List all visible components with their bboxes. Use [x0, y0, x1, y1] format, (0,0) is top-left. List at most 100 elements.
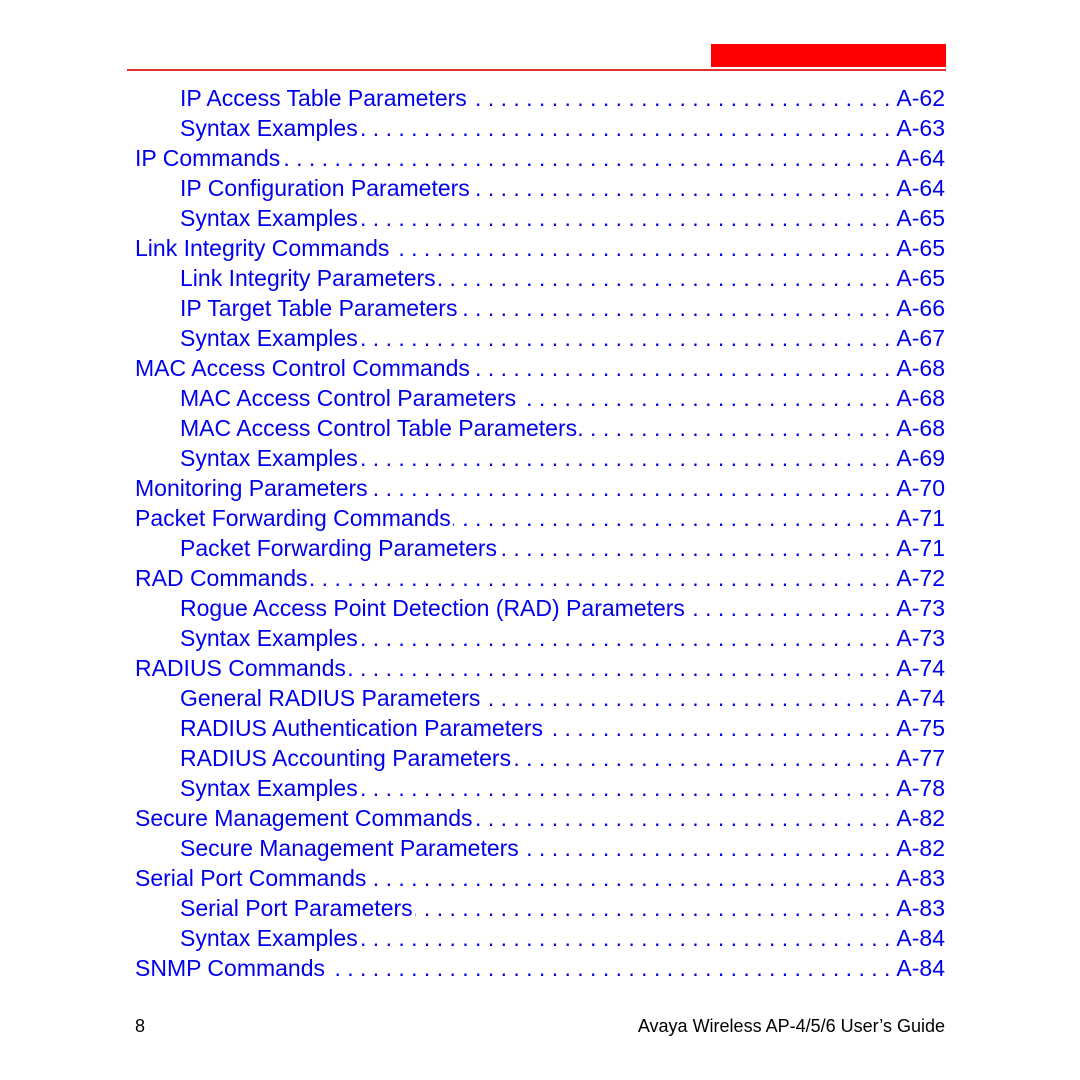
toc-entry-title[interactable]: IP Access Table Parameters	[180, 83, 469, 113]
toc-entry-page[interactable]: A-68	[890, 353, 945, 383]
toc-entry-page[interactable]: A-72	[890, 563, 945, 593]
toc-entry[interactable]: IP Target Table Parameters A-66	[135, 293, 945, 323]
toc-entry-title[interactable]: Packet Forwarding Commands	[135, 503, 453, 533]
toc-entry[interactable]: RAD Commands A-72	[135, 563, 945, 593]
toc-entry-title[interactable]: Syntax Examples	[180, 623, 360, 653]
toc-entry[interactable]: Syntax Examples A-65	[135, 203, 945, 233]
dot-leader	[310, 563, 891, 593]
toc-entry-title[interactable]: Rogue Access Point Detection (RAD) Param…	[180, 593, 687, 623]
toc-entry[interactable]: Syntax Examples A-69	[135, 443, 945, 473]
dot-leader	[360, 113, 891, 143]
toc-entry-title[interactable]: Secure Management Parameters	[180, 833, 521, 863]
toc-entry-page[interactable]: A-73	[890, 623, 945, 653]
toc-entry-title[interactable]: Link Integrity Commands	[135, 233, 391, 263]
toc-entry-title[interactable]: Syntax Examples	[180, 203, 360, 233]
toc-entry-page[interactable]: A-82	[890, 803, 945, 833]
toc-entry-title[interactable]: SNMP Commands	[135, 953, 327, 983]
toc-entry-page[interactable]: A-66	[890, 293, 945, 323]
dot-leader	[687, 593, 890, 623]
toc-entry[interactable]: IP Access Table Parameters A-62	[135, 83, 945, 113]
toc-entry-title[interactable]: MAC Access Control Commands	[135, 353, 472, 383]
toc-entry[interactable]: Secure Management Parameters A-82	[135, 833, 945, 863]
toc-entry[interactable]: Packet Forwarding Commands A-71	[135, 503, 945, 533]
toc-entry-page[interactable]: A-63	[890, 113, 945, 143]
toc-entry[interactable]: SNMP Commands A-84	[135, 953, 945, 983]
toc-entry-title[interactable]: Secure Management Commands	[135, 803, 475, 833]
toc-entry-title[interactable]: General RADIUS Parameters	[180, 683, 482, 713]
toc-entry-title[interactable]: RAD Commands	[135, 563, 310, 593]
toc-entry-title[interactable]: RADIUS Authentication Parameters	[180, 713, 545, 743]
dot-leader	[368, 863, 890, 893]
toc-entry[interactable]: Syntax Examples A-84	[135, 923, 945, 953]
toc-entry-title[interactable]: Syntax Examples	[180, 773, 360, 803]
toc-entry-title[interactable]: Monitoring Parameters	[135, 473, 370, 503]
toc-entry-title[interactable]: IP Commands	[135, 143, 282, 173]
toc-entry-title[interactable]: RADIUS Accounting Parameters	[180, 743, 513, 773]
toc-entry[interactable]: Serial Port Parameters A-83	[135, 893, 945, 923]
toc-entry-title[interactable]: Syntax Examples	[180, 923, 360, 953]
dot-leader	[475, 803, 891, 833]
toc-entry[interactable]: IP Commands A-64	[135, 143, 945, 173]
footer-page-number: 8	[135, 1016, 146, 1036]
toc-entry-title[interactable]: IP Configuration Parameters	[180, 173, 472, 203]
toc-entry[interactable]: Monitoring Parameters A-70	[135, 473, 945, 503]
toc-entry-title[interactable]: MAC Access Control Parameters	[180, 383, 518, 413]
toc-entry[interactable]: RADIUS Accounting Parameters A-77	[135, 743, 945, 773]
toc-entry-page[interactable]: A-68	[890, 413, 945, 443]
toc-entry-title[interactable]: Serial Port Commands	[135, 863, 368, 893]
toc-entry-page[interactable]: A-65	[890, 263, 945, 293]
toc-entry-title[interactable]: IP Target Table Parameters	[180, 293, 459, 323]
toc-entry-page[interactable]: A-83	[890, 893, 945, 923]
toc-entry[interactable]: MAC Access Control Table Parameters A-68	[135, 413, 945, 443]
toc-entry-page[interactable]: A-64	[890, 143, 945, 173]
toc-entry-page[interactable]: A-74	[890, 683, 945, 713]
toc-entry-page[interactable]: A-78	[890, 773, 945, 803]
toc-entry[interactable]: Rogue Access Point Detection (RAD) Param…	[135, 593, 945, 623]
toc-entry-page[interactable]: A-65	[890, 203, 945, 233]
toc-entry-page[interactable]: A-83	[890, 863, 945, 893]
toc-entry-title[interactable]: Syntax Examples	[180, 443, 360, 473]
toc-entry[interactable]: Link Integrity Commands A-65	[135, 233, 945, 263]
toc-entry-page[interactable]: A-74	[890, 653, 945, 683]
toc-entry[interactable]: Syntax Examples A-78	[135, 773, 945, 803]
toc-entry-page[interactable]: A-68	[890, 383, 945, 413]
toc-entry[interactable]: MAC Access Control Commands A-68	[135, 353, 945, 383]
header-rule	[127, 69, 946, 71]
toc-entry[interactable]: RADIUS Authentication Parameters A-75	[135, 713, 945, 743]
toc-entry-title[interactable]: RADIUS Commands	[135, 653, 348, 683]
toc-entry[interactable]: Secure Management Commands A-82	[135, 803, 945, 833]
toc-entry[interactable]: MAC Access Control Parameters A-68	[135, 383, 945, 413]
toc-entry-title[interactable]: Syntax Examples	[180, 323, 360, 353]
toc-entry[interactable]: Serial Port Commands A-83	[135, 863, 945, 893]
toc-entry-page[interactable]: A-71	[890, 533, 945, 563]
toc-entry-page[interactable]: A-65	[890, 233, 945, 263]
toc-entry-page[interactable]: A-62	[890, 83, 945, 113]
toc-entry-page[interactable]: A-69	[890, 443, 945, 473]
toc-entry-title[interactable]: Link Integrity Parameters	[180, 263, 438, 293]
toc-entry[interactable]: Syntax Examples A-73	[135, 623, 945, 653]
toc-entry-page[interactable]: A-84	[890, 923, 945, 953]
header-red-tab	[711, 44, 946, 67]
toc-entry-page[interactable]: A-70	[890, 473, 945, 503]
toc-entry-title[interactable]: MAC Access Control Table Parameters	[180, 413, 579, 443]
toc-entry[interactable]: IP Configuration Parameters A-64	[135, 173, 945, 203]
toc-entry-page[interactable]: A-82	[890, 833, 945, 863]
dot-leader	[348, 653, 891, 683]
toc-entry-page[interactable]: A-73	[890, 593, 945, 623]
toc-entry[interactable]: Link Integrity Parameters A-65	[135, 263, 945, 293]
toc-entry[interactable]: General RADIUS Parameters A-74	[135, 683, 945, 713]
toc-entry-title[interactable]: Syntax Examples	[180, 113, 360, 143]
toc-entry-page[interactable]: A-64	[890, 173, 945, 203]
dot-leader	[482, 683, 890, 713]
toc-entry-page[interactable]: A-77	[890, 743, 945, 773]
toc-entry-title[interactable]: Packet Forwarding Parameters	[180, 533, 499, 563]
toc-entry[interactable]: Syntax Examples A-67	[135, 323, 945, 353]
toc-entry[interactable]: RADIUS Commands A-74	[135, 653, 945, 683]
toc-entry-page[interactable]: A-71	[890, 503, 945, 533]
toc-entry-page[interactable]: A-84	[890, 953, 945, 983]
toc-entry[interactable]: Packet Forwarding Parameters A-71	[135, 533, 945, 563]
toc-entry[interactable]: Syntax Examples A-63	[135, 113, 945, 143]
toc-entry-title[interactable]: Serial Port Parameters	[180, 893, 415, 923]
toc-entry-page[interactable]: A-67	[890, 323, 945, 353]
toc-entry-page[interactable]: A-75	[890, 713, 945, 743]
